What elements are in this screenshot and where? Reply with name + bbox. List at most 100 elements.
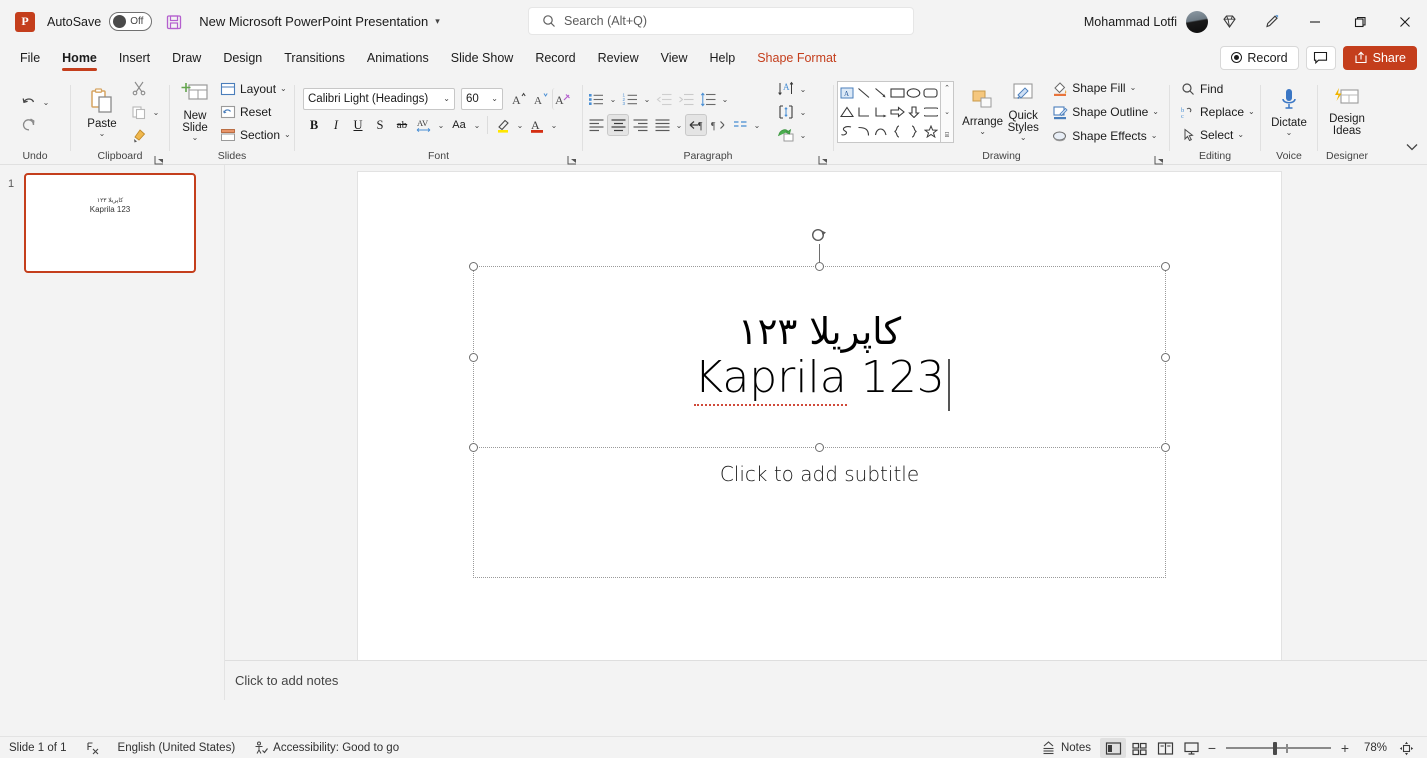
section-button[interactable]: Section ⌄	[215, 124, 296, 146]
dictate-dropdown-icon[interactable]: ⌄	[1286, 129, 1293, 137]
shape-effects-dropdown-icon[interactable]: ⌄	[1151, 132, 1158, 140]
pen-ink-icon[interactable]	[1250, 0, 1292, 43]
view-slide-sorter-button[interactable]	[1126, 738, 1152, 758]
justify-dropdown-icon[interactable]: ⌄	[673, 114, 685, 136]
clear-formatting-button[interactable]: A	[552, 88, 574, 110]
document-title[interactable]: New Microsoft PowerPoint Presentation	[199, 14, 428, 29]
slide-surface[interactable]: کاپریلا ۱۲۳ Kaprila 123 Click to add sub…	[358, 172, 1281, 696]
zoom-slider-thumb[interactable]	[1273, 741, 1277, 755]
record-button[interactable]: Record	[1220, 45, 1299, 70]
shape-left-brace[interactable]	[889, 122, 906, 141]
share-button[interactable]: Share	[1342, 45, 1417, 70]
shape-down-arrow[interactable]	[906, 102, 923, 121]
convert-to-smartart-button[interactable]	[775, 124, 797, 146]
search-box[interactable]	[528, 7, 914, 35]
resize-handle-bottom-left[interactable]	[469, 443, 478, 452]
slide-editor-canvas[interactable]: کاپریلا ۱۲۳ Kaprila 123 Click to add sub…	[225, 165, 1427, 700]
layout-dropdown-icon[interactable]: ⌄	[280, 85, 287, 93]
spell-check-status-button[interactable]	[76, 737, 109, 758]
shape-elbow-connector[interactable]	[856, 102, 873, 121]
tab-review[interactable]: Review	[587, 45, 650, 71]
tab-insert[interactable]: Insert	[108, 45, 161, 71]
font-color-button[interactable]: A	[526, 114, 548, 136]
shape-arc[interactable]	[872, 122, 889, 141]
drawing-dialog-launcher[interactable]	[1154, 153, 1165, 165]
zoom-level-label[interactable]: 78%	[1353, 742, 1387, 754]
new-slide-dropdown-icon[interactable]: ⌄	[192, 134, 199, 142]
increase-font-size-button[interactable]: A	[508, 88, 530, 110]
columns-dropdown-icon[interactable]: ⌄	[751, 114, 763, 136]
underline-button[interactable]: U	[347, 114, 369, 136]
tab-shape-format[interactable]: Shape Format	[746, 45, 847, 71]
font-size-dropdown-icon[interactable]: ⌄	[491, 95, 498, 103]
select-dropdown-icon[interactable]: ⌄	[1237, 131, 1244, 139]
line-spacing-dropdown-icon[interactable]: ⌄	[719, 88, 731, 110]
bullets-button[interactable]	[585, 88, 607, 110]
font-name-combobox[interactable]: Calibri Light (Headings) ⌄	[303, 88, 455, 110]
decrease-indent-button[interactable]	[653, 88, 675, 110]
shape-arrow-line[interactable]	[872, 83, 889, 102]
resize-handle-middle-left[interactable]	[469, 353, 478, 362]
numbering-button[interactable]: 1 2 3	[619, 88, 641, 110]
save-icon[interactable]	[165, 13, 183, 31]
font-color-dropdown-icon[interactable]: ⌄	[548, 114, 560, 136]
resize-handle-top-center[interactable]	[815, 262, 824, 271]
tab-draw[interactable]: Draw	[161, 45, 212, 71]
zoom-slider[interactable]	[1226, 737, 1331, 758]
accessibility-status[interactable]: Accessibility: Good to go	[244, 737, 408, 758]
notes-pane[interactable]: Click to add notes	[225, 660, 1427, 700]
text-direction-dropdown-icon[interactable]: ⌄	[797, 78, 809, 100]
text-shadow-button[interactable]: S	[369, 114, 391, 136]
ltr-text-direction-button[interactable]: ¶	[707, 114, 729, 136]
layout-button[interactable]: Layout ⌄	[215, 78, 296, 100]
bold-button[interactable]: B	[303, 114, 325, 136]
clipboard-dialog-launcher[interactable]	[154, 153, 165, 165]
align-left-button[interactable]	[585, 114, 607, 136]
resize-handle-bottom-center[interactable]	[815, 443, 824, 452]
view-normal-button[interactable]	[1100, 738, 1126, 758]
strikethrough-button[interactable]: ab	[391, 114, 413, 136]
font-size-combobox[interactable]: 60 ⌄	[461, 88, 503, 110]
collapse-ribbon-button[interactable]	[1405, 140, 1419, 158]
resize-handle-middle-right[interactable]	[1161, 353, 1170, 362]
reset-button[interactable]: Reset	[215, 101, 296, 123]
close-button[interactable]	[1382, 0, 1427, 43]
numbering-dropdown-icon[interactable]: ⌄	[641, 88, 653, 110]
diamond-icon[interactable]	[1208, 0, 1250, 43]
document-title-caret-icon[interactable]: ▾	[435, 16, 440, 27]
increase-indent-button[interactable]	[675, 88, 697, 110]
change-case-dropdown-icon[interactable]: ⌄	[471, 114, 483, 136]
redo-button[interactable]	[18, 114, 40, 136]
shape-right-brace[interactable]	[906, 122, 923, 141]
copy-button[interactable]	[128, 101, 150, 123]
slide-thumbnail-pane[interactable]: 1 کاپریلا ۱۲۳ Kaprila 123	[0, 165, 225, 700]
avatar[interactable]	[1186, 10, 1208, 33]
italic-button[interactable]: I	[325, 114, 347, 136]
tab-file[interactable]: File	[9, 45, 51, 71]
notes-toggle-button[interactable]: Notes	[1032, 737, 1100, 758]
undo-button[interactable]	[18, 92, 40, 114]
change-case-button[interactable]: Aa	[447, 114, 471, 136]
resize-handle-top-right[interactable]	[1161, 262, 1170, 271]
tab-help[interactable]: Help	[698, 45, 746, 71]
replace-dropdown-icon[interactable]: ⌄	[1248, 108, 1255, 116]
resize-handle-top-left[interactable]	[469, 262, 478, 271]
shape-curve-down[interactable]	[856, 122, 873, 141]
align-text-dropdown-icon[interactable]: ⌄	[797, 101, 809, 123]
text-direction-button[interactable]: A	[775, 78, 797, 100]
quick-styles-dropdown-icon[interactable]: ⌄	[1020, 134, 1027, 142]
font-dialog-launcher[interactable]	[567, 153, 578, 165]
cut-button[interactable]	[128, 77, 150, 99]
autosave-toggle[interactable]: Off	[109, 12, 153, 31]
line-spacing-button[interactable]	[697, 88, 719, 110]
shape-fill-dropdown-icon[interactable]: ⌄	[1130, 84, 1137, 92]
font-name-dropdown-icon[interactable]: ⌄	[443, 95, 450, 103]
zoom-in-button[interactable]: +	[1337, 740, 1353, 756]
decrease-font-size-button[interactable]: A	[530, 88, 552, 110]
undo-dropdown-icon[interactable]: ⌄	[40, 92, 52, 114]
paste-button[interactable]: Paste ⌄	[76, 84, 128, 140]
zoom-out-button[interactable]: −	[1204, 740, 1220, 756]
align-center-button[interactable]	[607, 114, 629, 136]
character-spacing-dropdown-icon[interactable]: ⌄	[435, 114, 447, 136]
copy-dropdown-icon[interactable]: ⌄	[150, 101, 162, 123]
